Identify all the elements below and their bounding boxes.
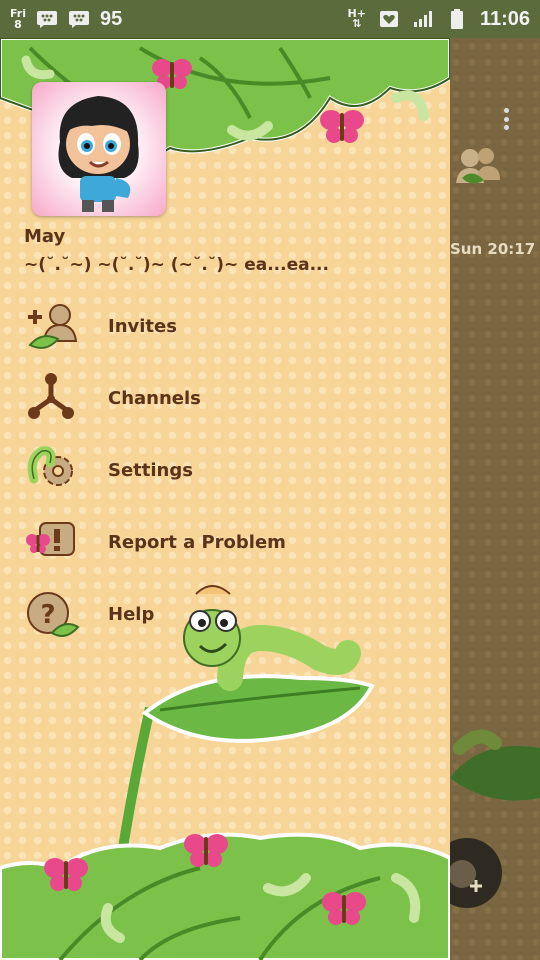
svg-text:?: ?: [40, 600, 55, 630]
menu-label-help: Help: [108, 603, 155, 625]
menu-item-invites[interactable]: Invites: [20, 296, 420, 356]
menu-item-channels[interactable]: Channels: [20, 368, 420, 428]
status-day-num: 8: [14, 18, 22, 31]
status-bar: Fri 8 95 H+ ⇅ 11:06: [0, 0, 540, 38]
profile-status: ~(˘.˘~) ~(˘.˘)~ (~˘.˘)~ ea...ea...: [24, 255, 329, 275]
heart-notification-icon: [378, 10, 400, 28]
profile-name: May: [24, 226, 66, 247]
contacts-icon[interactable]: [448, 138, 508, 198]
bbm-notification-icon: [36, 10, 58, 28]
help-icon: ?: [27, 592, 80, 637]
status-date: Fri 8: [10, 8, 26, 30]
menu-item-help[interactable]: ? Help: [20, 584, 420, 644]
profile-avatar[interactable]: [32, 82, 166, 216]
signal-icon: [412, 10, 434, 28]
settings-icon: [27, 446, 73, 486]
invites-icon: [28, 304, 78, 349]
menu-label-settings: Settings: [108, 459, 193, 481]
chat-timestamp: Sun 20:17: [450, 240, 536, 258]
menu-label-channels: Channels: [108, 387, 201, 409]
girl-avatar-icon: [58, 96, 139, 212]
channels-icon: [28, 373, 74, 419]
bbm-notification-icon: [68, 10, 90, 28]
menu-label-invites: Invites: [108, 315, 177, 337]
caterpillar-decoration: [450, 729, 540, 801]
overflow-menu-icon[interactable]: [504, 108, 510, 130]
report-problem-icon: [26, 522, 75, 556]
clock: 11:06: [479, 7, 530, 30]
battery-icon: [446, 9, 468, 29]
menu-label-report-problem: Report a Problem: [108, 531, 286, 553]
menu-item-settings[interactable]: Settings: [20, 440, 420, 500]
navigation-drawer: May ~(˘.˘~) ~(˘.˘)~ (~˘.˘)~ ea...ea... I…: [0, 38, 450, 960]
notification-count: 95: [100, 7, 123, 30]
network-type: H+ ⇅: [347, 7, 366, 30]
menu-item-report-problem[interactable]: Report a Problem: [20, 512, 420, 572]
